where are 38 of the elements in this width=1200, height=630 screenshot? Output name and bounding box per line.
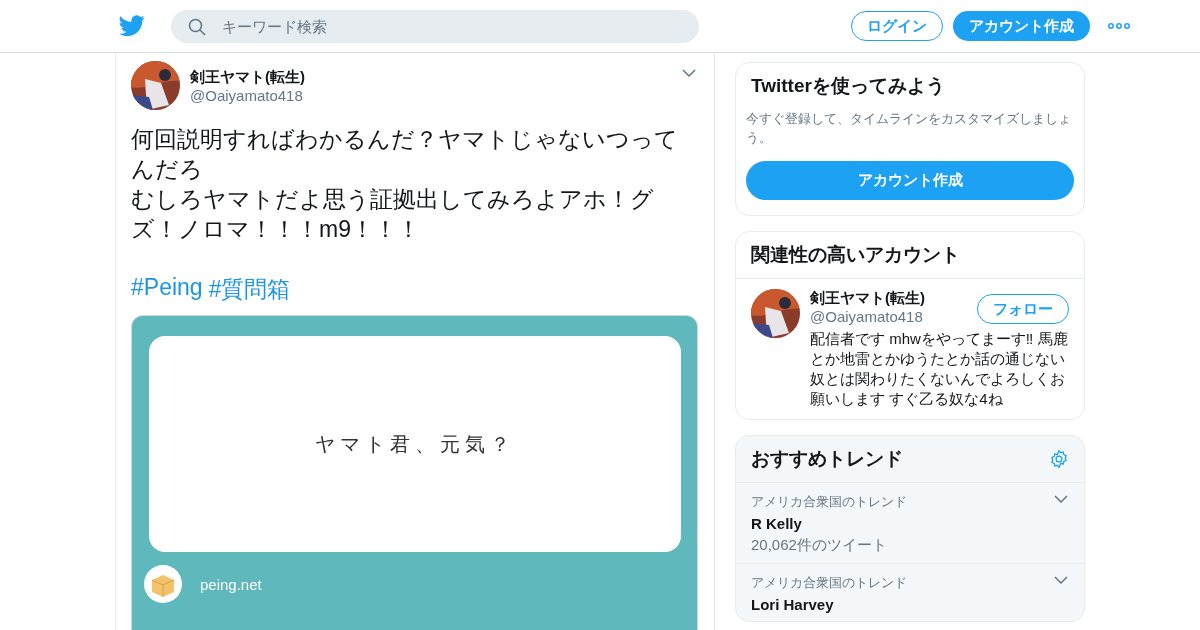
- tweet-text: むしろヤマトだよ思う証拠出してみろよアホ！グズ！ノロマ！！！m9！！！: [131, 185, 655, 244]
- user-name: 剣王ヤマト(転生): [190, 67, 306, 87]
- user-handle: @Oaiyamato418: [810, 308, 924, 325]
- trend-item[interactable]: アメリカ合衆国のトレンド R Kelly 20,062件のツイート: [736, 482, 1084, 563]
- user-bio: 配信者です mhwをやってまーす‼ 馬鹿とか地雷とかゆうたとか話の通じない奴とは関わりたくないんでよろしくお願いします すぐ乙る奴な4ね: [810, 329, 1069, 409]
- user-handle: @Oaiyamato418: [190, 86, 304, 104]
- trend-item[interactable]: アメリカ合衆国のトレンド Lori Harvey: [736, 563, 1084, 621]
- trend-name: Lori Harvey: [751, 596, 835, 613]
- follow-button[interactable]: フォロー: [977, 294, 1069, 324]
- search-icon: [188, 17, 206, 36]
- trend-name: R Kelly: [751, 515, 803, 532]
- chevron-icon[interactable]: [1054, 495, 1068, 503]
- settings-icon[interactable]: [1049, 449, 1069, 469]
- card-title: おすすめトレンド: [750, 447, 904, 471]
- site-name: peing.net: [200, 575, 262, 593]
- hashtag-link[interactable]: #Peing: [131, 274, 203, 305]
- tweet-count: 20,062件のツイート: [751, 536, 888, 555]
- box-icon: [144, 565, 182, 603]
- avatar[interactable]: [131, 61, 180, 110]
- question-text: ヤマト君、元気？: [315, 431, 515, 457]
- chevron-icon[interactable]: [1054, 576, 1068, 584]
- login-button[interactable]: ログイン: [851, 11, 943, 41]
- card-title: 関連性の高いアカウント: [750, 243, 961, 267]
- search-field[interactable]: キーワード検索: [171, 9, 699, 43]
- trend-context: アメリカ合衆国のトレンド: [751, 574, 907, 592]
- chevron-icon[interactable]: [682, 69, 696, 77]
- bird-logo[interactable]: [119, 15, 145, 37]
- signup-button[interactable]: アカウント作成: [953, 11, 1090, 41]
- link-card[interactable]: ヤマト君、元気？ peing.net: [131, 315, 698, 630]
- trend-context: アメリカ合衆国のトレンド: [751, 493, 907, 511]
- signup-button[interactable]: アカウント作成: [746, 161, 1074, 200]
- avatar[interactable]: [751, 289, 800, 338]
- user-name: 剣王ヤマト(転生): [810, 289, 926, 308]
- tweet-text: 何回説明すればわかるんだ？ヤマトじゃないつってんだろ: [131, 125, 679, 184]
- more-icon[interactable]: [1108, 23, 1130, 29]
- card-title: Twitterを使ってみよう: [750, 74, 946, 98]
- hashtag-link[interactable]: #質問箱: [208, 274, 291, 305]
- card-text: 今すぐ登録して、タイムラインをカスタマイズしましょう。: [746, 110, 1072, 147]
